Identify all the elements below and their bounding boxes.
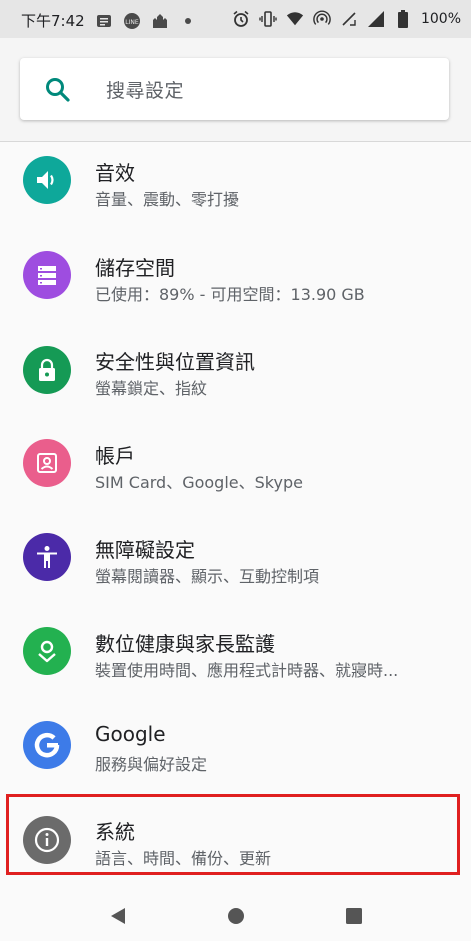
hotspot-icon <box>313 10 331 28</box>
setting-item-storage[interactable]: 儲存空間 已使用：89% - 可用空間：13.90 GB <box>0 236 471 330</box>
signal-icon <box>367 10 385 28</box>
castle-icon <box>151 12 169 30</box>
wifi-icon <box>286 10 304 28</box>
setting-summary: 螢幕鎖定、指紋 <box>95 379 208 398</box>
setting-title: 數位健康與家長監護 <box>95 632 275 656</box>
setting-title: Google <box>95 722 166 746</box>
setting-summary: 螢幕閱讀器、顯示、互動控制項 <box>95 567 320 586</box>
storage-icon <box>23 251 71 299</box>
search-placeholder[interactable]: 搜尋設定 <box>106 76 184 103</box>
status-bar: 下午7:42 LINE 100% <box>0 0 471 38</box>
setting-item-sound[interactable]: 音效 音量、震動、零打擾 <box>0 142 471 236</box>
setting-item-google[interactable]: Google 服務與偏好設定 <box>0 706 471 800</box>
recents-icon[interactable] <box>343 905 365 927</box>
notes-icon <box>95 12 113 30</box>
line-app-icon: LINE <box>123 12 141 30</box>
setting-title: 無障礙設定 <box>95 538 195 562</box>
setting-summary: SIM Card、Google、Skype <box>95 473 303 492</box>
battery-icon <box>394 10 412 28</box>
settings-screen: 下午7:42 LINE 100% 搜尋設定 音效 音量、震動、零打擾 儲存空間 … <box>0 0 471 941</box>
search-icon[interactable] <box>44 76 72 104</box>
vibrate-icon <box>259 10 277 28</box>
setting-title: 帳戶 <box>95 444 135 468</box>
search-area: 搜尋設定 <box>0 38 471 142</box>
no-sim-icon <box>340 10 358 28</box>
setting-item-digital-wellbeing[interactable]: 數位健康與家長監護 裝置使用時間、應用程式計時器、就寢時... <box>0 612 471 706</box>
setting-summary: 已使用：89% - 可用空間：13.90 GB <box>95 285 365 304</box>
setting-summary: 音量、震動、零打擾 <box>95 190 240 209</box>
account-icon <box>23 439 71 487</box>
setting-item-accessibility[interactable]: 無障礙設定 螢幕閱讀器、顯示、互動控制項 <box>0 518 471 612</box>
setting-summary: 裝置使用時間、應用程式計時器、就寢時... <box>95 661 399 680</box>
setting-item-accounts[interactable]: 帳戶 SIM Card、Google、Skype <box>0 424 471 518</box>
google-icon <box>23 721 71 769</box>
navigation-bar <box>0 889 471 941</box>
setting-item-security[interactable]: 安全性與位置資訊 螢幕鎖定、指紋 <box>0 330 471 424</box>
setting-summary: 服務與偏好設定 <box>95 755 208 774</box>
lock-icon <box>23 346 71 394</box>
wellbeing-icon <box>23 627 71 675</box>
home-icon[interactable] <box>225 905 247 927</box>
volume-icon <box>23 156 71 204</box>
setting-title: 安全性與位置資訊 <box>95 350 255 374</box>
dot-icon <box>179 12 197 30</box>
svg-text:LINE: LINE <box>125 19 139 26</box>
setting-title: 音效 <box>95 161 135 185</box>
setting-title: 儲存空間 <box>95 256 175 280</box>
search-bar[interactable]: 搜尋設定 <box>20 58 449 120</box>
status-right: 100% <box>232 10 461 28</box>
alarm-icon <box>232 10 250 28</box>
back-icon[interactable] <box>107 905 129 927</box>
battery-level: 100% <box>420 11 461 27</box>
status-left: 下午7:42 LINE <box>21 10 197 31</box>
highlight-box <box>6 794 460 875</box>
accessibility-icon <box>23 533 71 581</box>
status-time: 下午7:42 <box>21 12 85 30</box>
settings-list: 音效 音量、震動、零打擾 儲存空間 已使用：89% - 可用空間：13.90 G… <box>0 142 471 889</box>
